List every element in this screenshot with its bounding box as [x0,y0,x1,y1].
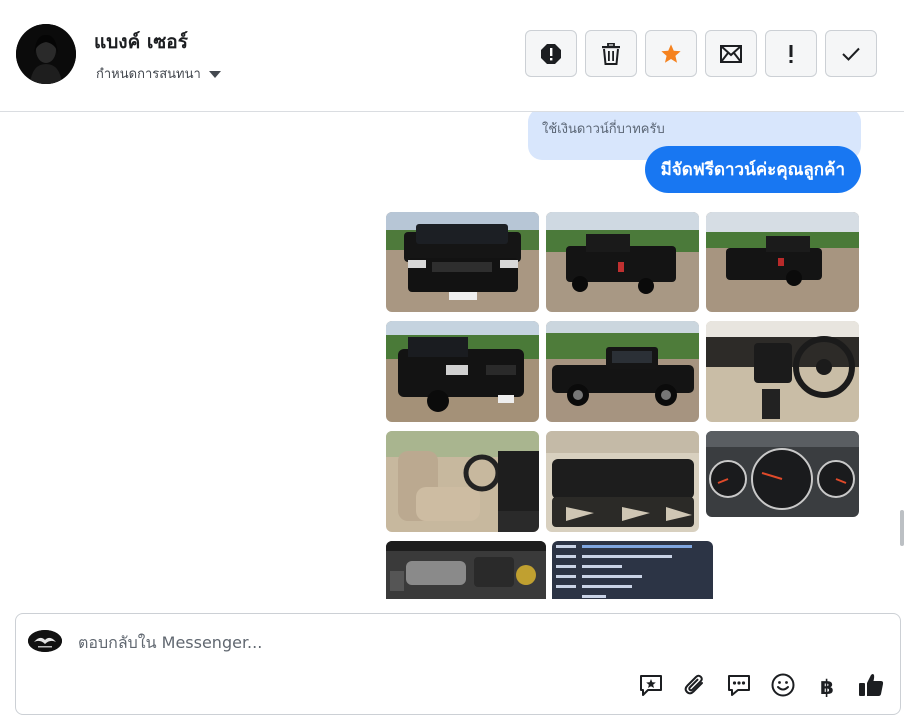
header-actions [525,30,877,77]
conversation-settings-dropdown[interactable]: กำหนดการสนทนา [96,63,221,84]
mark-important-button[interactable] [765,30,817,77]
engine-bay-photo[interactable] [386,541,546,599]
contact-name: แบงค์ เซอร์ [94,31,188,53]
mark-done-button[interactable] [825,30,877,77]
mark-unread-button[interactable] [705,30,757,77]
check-icon [841,46,861,62]
report-icon [540,43,562,65]
conversation-header: แบงค์ เซอร์ กำหนดการสนทนา [0,0,904,112]
composer-tools: ฿ [636,672,886,702]
sent-message-bubble[interactable]: มีจัดฟรีดาวน์ค่ะคุณลูกค้า [644,146,861,193]
star-button[interactable] [645,30,697,77]
thread-scrollbar-thumb[interactable] [900,510,904,546]
quick-reply-button[interactable] [724,672,754,702]
paperclip-icon [682,672,708,702]
saved-reply-icon [638,672,664,702]
emoji-button[interactable] [768,672,798,702]
conversation-settings-label: กำหนดการสนทนา [96,67,201,82]
messenger-conversation-window: แบงค์ เซอร์ กำหนดการสนทนา ใช้เงินดาวน์กี… [0,0,904,725]
attach-button[interactable] [680,672,710,702]
truck-rear-photo[interactable] [546,212,699,312]
dashboard-photo[interactable] [706,321,859,422]
star-icon [660,43,682,65]
thumbs-up-icon [857,671,885,703]
reply-input[interactable] [78,630,778,654]
sent-message-text: มีจัดฟรีดาวน์ค่ะคุณลูกค้า [660,160,845,180]
gauge-cluster-photo[interactable] [706,431,859,517]
caret-down-icon [208,71,221,78]
truck-front-angle-photo[interactable] [386,321,539,422]
registration-document-photo[interactable] [552,541,713,599]
truck-side-photo[interactable] [546,321,699,422]
message-composer: ฿ [15,613,901,715]
message-thread[interactable]: ใช้เงินดาวน์กี่บาทครับ มีจัดฟรีดาวน์ค่ะค… [0,112,904,599]
truck-front-photo[interactable] [386,212,539,312]
chat-bubble-icon [726,672,752,702]
trash-icon [601,42,621,65]
like-button[interactable] [856,672,886,702]
payment-button[interactable]: ฿ [812,672,842,702]
report-button[interactable] [525,30,577,77]
seats-photo[interactable] [386,431,539,532]
rear-seat-photo[interactable] [546,431,699,532]
page-logo [28,630,62,652]
baht-icon: ฿ [820,675,834,699]
truck-rear-angle-photo[interactable] [706,212,859,312]
avatar[interactable] [16,24,76,84]
quoted-message-text: ใช้เงินดาวน์กี่บาทครับ [542,122,665,137]
saved-reply-button[interactable] [636,672,666,702]
exclamation-icon [787,44,795,64]
emoji-icon [770,672,796,702]
delete-button[interactable] [585,30,637,77]
envelope-icon [720,44,742,63]
